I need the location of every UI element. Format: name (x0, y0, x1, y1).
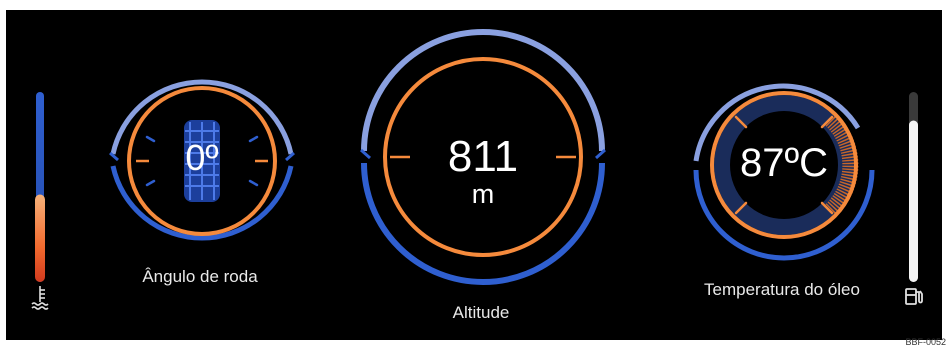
oil-temp-label: Temperatura do óleo (704, 280, 860, 299)
wheel-angle-value: 0º (185, 137, 219, 178)
altitude-value: 811 (447, 132, 519, 181)
oil-temp-value: 87ºC (740, 141, 828, 185)
altitude-notch-right (595, 148, 606, 160)
fuel-pump-icon (905, 288, 923, 305)
altitude-unit: m (471, 179, 495, 209)
fuel-bar-fill (909, 120, 918, 282)
altitude-notch-left (360, 148, 371, 160)
fuel-level-bar (909, 92, 918, 282)
coolant-temperature-icon (31, 286, 49, 310)
coolant-temperature-bar (35, 92, 45, 282)
instrument-display: 0º 811 m 87ºC Ângulo de roda Altitude Te… (6, 10, 942, 340)
coolant-bar-fill (35, 194, 45, 282)
altitude-label: Altitude (452, 303, 510, 322)
reference-code: BBF-0052 (905, 337, 946, 347)
wheel-angle-label: Ângulo de roda (142, 267, 258, 286)
